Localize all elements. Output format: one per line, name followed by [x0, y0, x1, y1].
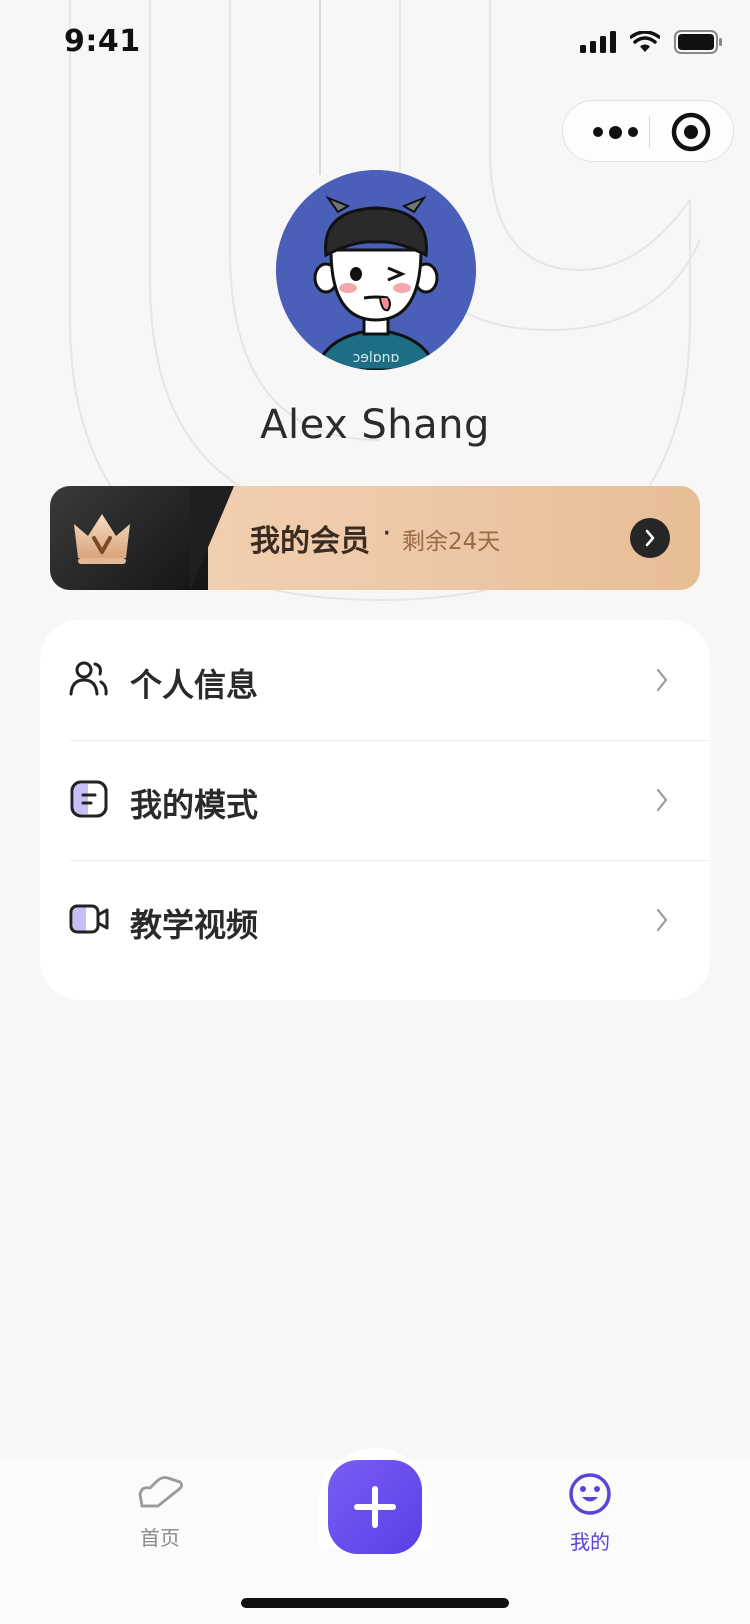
tab-home[interactable]: 首页	[100, 1472, 220, 1551]
membership-slant	[190, 486, 234, 590]
menu-item-label: 教学视频	[130, 906, 259, 944]
mode-icon	[70, 780, 108, 818]
membership-banner[interactable]: 我的会员 · 剩余24天	[50, 486, 700, 590]
crown-icon	[74, 514, 130, 564]
chevron-right-icon	[656, 668, 668, 692]
more-icon[interactable]	[587, 114, 643, 150]
menu-item-tutorial-video[interactable]: 教学视频	[40, 860, 710, 980]
membership-arrow-button[interactable]	[630, 518, 670, 558]
menu-item-my-mode[interactable]: 我的模式	[40, 740, 710, 860]
chevron-right-icon	[656, 908, 668, 932]
chevron-right-icon	[645, 529, 655, 547]
username: Alex Shang	[260, 402, 490, 448]
menu-card: 个人信息 我的模式 教学视频	[40, 620, 710, 1000]
membership-remaining: 剩余24天	[402, 529, 501, 555]
menu-item-label: 我的模式	[130, 786, 259, 824]
menu-item-label: 个人信息	[130, 666, 259, 704]
avatar-illustration: ɔɘlɒnɒ	[276, 170, 476, 370]
menu-item-profile-info[interactable]: 个人信息	[40, 620, 710, 740]
tab-label: 首页	[140, 1526, 180, 1550]
home-indicator	[241, 1598, 509, 1608]
plus-icon	[354, 1486, 396, 1528]
cellular-signal-icon	[580, 31, 616, 53]
video-icon	[69, 904, 109, 934]
membership-title: 我的会员	[250, 524, 370, 559]
chevron-right-icon	[656, 788, 668, 812]
status-bar: 9:41	[0, 0, 750, 88]
tab-mine[interactable]: 我的	[530, 1472, 650, 1555]
tab-label: 我的	[570, 1530, 610, 1554]
wifi-icon	[630, 31, 660, 52]
status-time: 9:41	[64, 24, 141, 59]
membership-separator: ·	[382, 516, 392, 551]
shoe-icon	[138, 1476, 183, 1508]
person-icon	[69, 661, 108, 696]
capsule-divider	[649, 116, 650, 148]
svg-text:ɔɘlɒnɒ: ɔɘlɒnɒ	[353, 350, 400, 366]
battery-icon	[674, 30, 722, 54]
close-target-icon[interactable]	[671, 112, 711, 152]
face-icon	[569, 1473, 611, 1515]
avatar[interactable]: ɔɘlɒnɒ	[276, 170, 476, 370]
status-icons	[580, 30, 722, 54]
add-button[interactable]	[328, 1460, 422, 1554]
miniprogram-capsule	[562, 100, 734, 162]
